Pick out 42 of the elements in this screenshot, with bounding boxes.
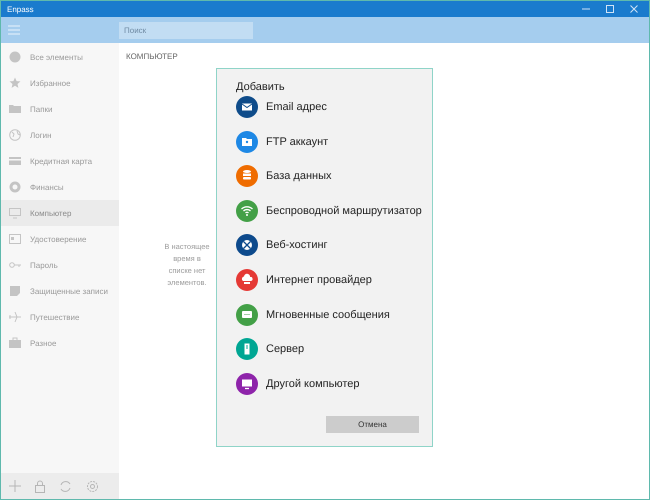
sidebar-item[interactable]: Финансы xyxy=(1,174,119,200)
sidebar-item[interactable]: Кредитная карта xyxy=(1,148,119,174)
sidebar-item[interactable]: Логин xyxy=(1,122,119,148)
menu-icon[interactable] xyxy=(8,25,20,35)
sidebar-item[interactable]: Защищенные записи xyxy=(1,278,119,304)
plane-icon xyxy=(9,311,21,323)
star-icon xyxy=(9,77,21,89)
dialog-title: Добавить xyxy=(236,81,286,93)
maximize-icon[interactable] xyxy=(605,4,615,14)
note-icon xyxy=(9,285,21,297)
add-item-option[interactable]: FTP аккаунт xyxy=(236,130,432,153)
add-item-option[interactable]: Интернет провайдер xyxy=(236,268,432,291)
briefcase-icon xyxy=(9,337,21,349)
add-item-option[interactable]: Email адрес xyxy=(236,96,432,118)
sidebar-item[interactable]: Разное xyxy=(1,330,119,356)
sidebar-item[interactable]: Путешествие xyxy=(1,304,119,330)
window-title: Enpass xyxy=(7,4,34,14)
folder-icon xyxy=(9,103,21,115)
id-card-icon xyxy=(9,233,21,245)
add-item-option[interactable]: Мгновенные сообщения xyxy=(236,304,432,326)
coin-icon xyxy=(9,181,21,193)
cancel-button[interactable]: Отмена xyxy=(326,416,419,433)
sidebar-item[interactable]: Пароль xyxy=(1,252,119,278)
search-field[interactable]: Поиск xyxy=(119,22,253,38)
add-item-option[interactable]: Сервер xyxy=(236,338,432,360)
add-item-option[interactable]: Беспроводной маршрутизатор xyxy=(236,200,432,222)
sidebar-item[interactable]: Все элементы xyxy=(1,44,119,70)
card-icon xyxy=(9,155,21,167)
close-icon[interactable] xyxy=(629,4,639,14)
lock-icon[interactable] xyxy=(35,480,45,492)
section-heading: КОМПЬЮТЕР xyxy=(125,51,179,61)
sidebar-item[interactable]: Удостоверение xyxy=(1,226,119,252)
add-item-option[interactable]: Другой компьютер xyxy=(236,372,432,395)
sidebar-item[interactable]: Папки xyxy=(1,96,119,122)
monitor-icon xyxy=(9,207,21,219)
plus-icon[interactable] xyxy=(9,480,21,492)
settings-icon[interactable] xyxy=(86,480,99,492)
add-item-option[interactable]: База данных xyxy=(236,165,432,188)
sidebar-item[interactable]: Компьютер xyxy=(1,200,119,226)
add-item-option[interactable]: Веб-хостинг xyxy=(236,234,432,256)
sync-icon[interactable] xyxy=(59,480,72,492)
sidebar-item[interactable]: Избранное xyxy=(1,70,119,96)
